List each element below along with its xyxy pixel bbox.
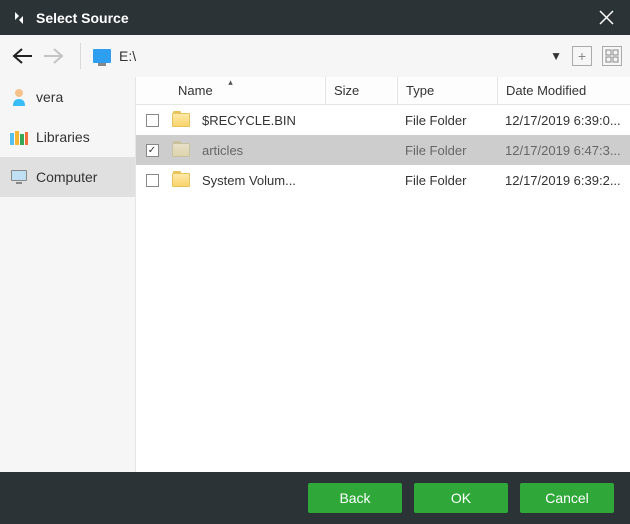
folder-icon — [172, 143, 190, 157]
column-headers[interactable]: ▴ Name Size Type Date Modified — [136, 77, 630, 105]
drive-icon — [93, 49, 111, 63]
path-text: E:\ — [119, 48, 136, 64]
path-dropdown-button[interactable]: ▼ — [550, 49, 562, 63]
window-title: Select Source — [36, 10, 129, 26]
table-row[interactable]: System Volum... File Folder12/17/2019 6:3… — [136, 165, 630, 195]
path-breadcrumb[interactable]: E:\ — [93, 48, 550, 64]
row-checkbox[interactable] — [146, 174, 159, 187]
cancel-button[interactable]: Cancel — [520, 483, 614, 513]
row-date: 12/17/2019 6:39:2... — [497, 173, 630, 188]
library-icon — [10, 128, 28, 146]
row-name: articles — [194, 143, 325, 158]
ok-button[interactable]: OK — [414, 483, 508, 513]
column-name[interactable]: ▴ Name — [136, 77, 326, 104]
folder-icon — [172, 113, 190, 127]
app-logo-icon — [10, 9, 28, 27]
user-icon — [10, 88, 28, 106]
row-date: 12/17/2019 6:47:3... — [497, 143, 630, 158]
row-name: System Volum... — [194, 173, 325, 188]
row-checkbox[interactable]: ✓ — [146, 144, 159, 157]
row-checkbox[interactable] — [146, 114, 159, 127]
nav-forward-button — [38, 41, 68, 71]
row-type: File Folder — [397, 113, 497, 128]
sidebar-item-label: vera — [36, 89, 63, 105]
sidebar-item-label: Libraries — [36, 129, 90, 145]
monitor-icon — [10, 168, 28, 186]
view-mode-button[interactable] — [602, 46, 622, 66]
row-date: 12/17/2019 6:39:0... — [497, 113, 630, 128]
table-row[interactable]: $RECYCLE.BIN File Folder12/17/2019 6:39:0… — [136, 105, 630, 135]
column-type[interactable]: Type — [398, 77, 498, 104]
column-date[interactable]: Date Modified — [498, 77, 630, 104]
row-type: File Folder — [397, 173, 497, 188]
sort-asc-icon: ▴ — [228, 77, 233, 88]
back-button[interactable]: Back — [308, 483, 402, 513]
new-folder-button[interactable]: + — [572, 46, 592, 66]
sidebar-item-label: Computer — [36, 169, 97, 185]
nav-back-button[interactable] — [8, 41, 38, 71]
row-name: $RECYCLE.BIN — [194, 113, 325, 128]
sidebar-item-libraries[interactable]: Libraries — [0, 117, 135, 157]
sidebar-item-user[interactable]: vera — [0, 77, 135, 117]
row-type: File Folder — [397, 143, 497, 158]
folder-icon — [172, 173, 190, 187]
column-size[interactable]: Size — [326, 77, 398, 104]
sidebar-item-computer[interactable]: Computer — [0, 157, 135, 197]
close-button[interactable] — [592, 4, 620, 32]
table-row[interactable]: ✓ articles File Folder12/17/2019 6:47:3... — [136, 135, 630, 165]
